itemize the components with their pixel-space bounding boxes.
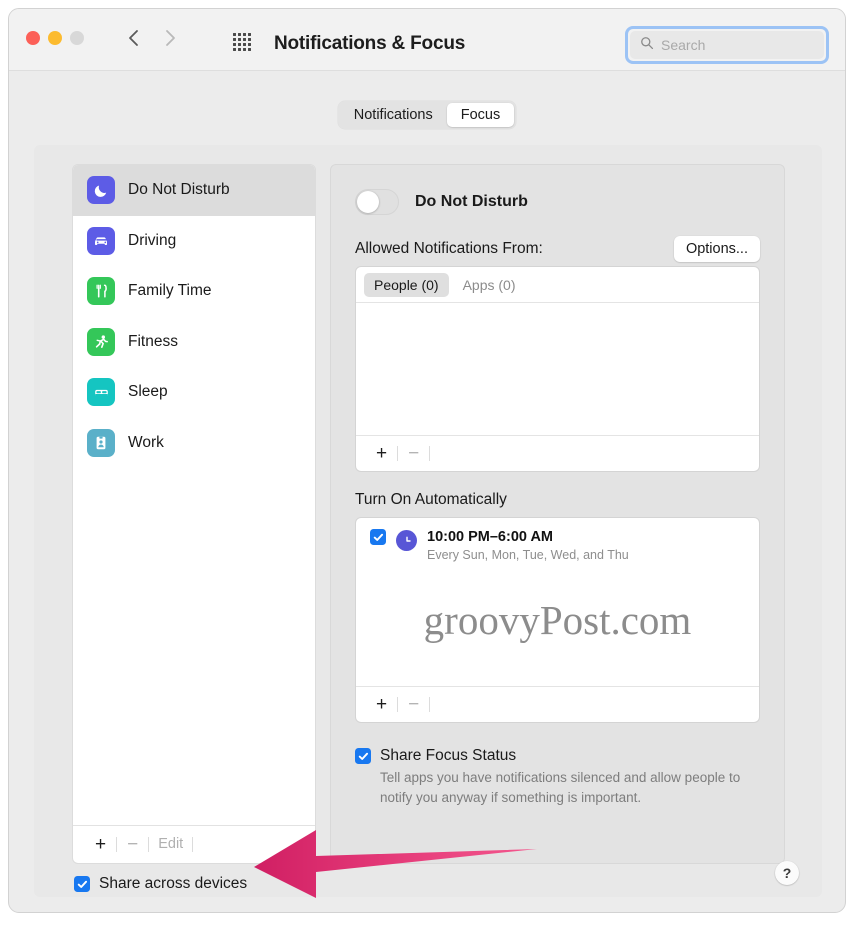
bed-icon: [87, 378, 115, 407]
tab-apps[interactable]: Apps (0): [453, 273, 526, 297]
sidebar-item-label: Fitness: [128, 332, 178, 350]
show-all-preferences-grid-icon[interactable]: [233, 33, 251, 51]
allowed-list-body[interactable]: [356, 303, 759, 435]
clock-icon: [396, 530, 417, 551]
sidebar-item-label: Work: [128, 433, 164, 451]
divider: [429, 697, 431, 712]
sidebar-item-label: Driving: [128, 231, 177, 249]
forward-chevron-icon[interactable]: [160, 28, 180, 48]
allowed-notifications-listbox: People (0) Apps (0) + −: [355, 266, 760, 472]
share-focus-status-description: Tell apps you have notifications silence…: [380, 770, 741, 805]
traffic-light-buttons: [26, 31, 84, 45]
moon-icon: [87, 176, 115, 205]
allowed-list-tabs: People (0) Apps (0): [356, 267, 759, 303]
watermark-text: groovyPost.com: [423, 597, 692, 643]
remove-focus-button[interactable]: −: [117, 835, 148, 854]
sidebar-item-label: Sleep: [128, 383, 168, 401]
remove-allowed-button[interactable]: −: [398, 444, 429, 463]
search-field-container[interactable]: Search: [625, 26, 829, 64]
help-button[interactable]: ?: [775, 861, 799, 885]
schedule-list-body: 10:00 PM–6:00 AM Every Sun, Mon, Tue, We…: [356, 518, 759, 686]
sidebar-item-work[interactable]: Work: [73, 418, 315, 469]
window-title: Notifications & Focus: [274, 33, 466, 54]
toggle-knob: [357, 191, 379, 213]
remove-schedule-button[interactable]: −: [398, 695, 429, 714]
search-field[interactable]: Search: [630, 31, 824, 59]
do-not-disturb-toggle[interactable]: [355, 189, 399, 215]
close-button-icon[interactable]: [26, 31, 40, 45]
share-across-devices-label: Share across devices: [99, 875, 248, 892]
sidebar-item-sleep[interactable]: Sleep: [73, 367, 315, 418]
sidebar-item-label: Do Not Disturb: [128, 181, 230, 199]
share-focus-status-row[interactable]: Share Focus Status: [355, 747, 764, 765]
focus-detail-panel: Do Not Disturb Allowed Notifications Fro…: [330, 164, 785, 864]
schedule-row[interactable]: 10:00 PM–6:00 AM Every Sun, Mon, Tue, We…: [356, 518, 759, 562]
sidebar-item-fitness[interactable]: Fitness: [73, 317, 315, 368]
system-preferences-window: Notifications & Focus Search Notificatio…: [8, 8, 846, 913]
schedule-text-group: 10:00 PM–6:00 AM Every Sun, Mon, Tue, We…: [427, 529, 629, 562]
sidebar-item-do-not-disturb[interactable]: Do Not Disturb: [73, 165, 315, 216]
sidebar-item-family-time[interactable]: Family Time: [73, 266, 315, 317]
add-allowed-button[interactable]: +: [366, 444, 397, 463]
fork-knife-icon: [87, 277, 115, 306]
focus-modes-sidebar: Do Not Disturb Driving Family Time Fitne…: [72, 164, 316, 864]
sidebar-footer-toolbar: + − Edit: [73, 825, 315, 863]
share-across-devices-row[interactable]: Share across devices: [74, 875, 247, 893]
schedule-repeat: Every Sun, Mon, Tue, Wed, and Thu: [427, 548, 629, 563]
minimize-button-icon[interactable]: [48, 31, 62, 45]
schedule-enabled-checkbox[interactable]: [370, 529, 386, 545]
search-icon: [640, 36, 654, 55]
tab-bar: Notifications Focus: [9, 101, 845, 129]
add-focus-button[interactable]: +: [85, 835, 116, 854]
window-titlebar: Notifications & Focus Search: [9, 9, 845, 71]
divider: [192, 837, 194, 852]
navigation-buttons: [124, 28, 180, 48]
allowed-notifications-label: Allowed Notifications From:: [355, 240, 543, 257]
focus-modes-list: Do Not Disturb Driving Family Time Fitne…: [73, 165, 315, 825]
allowed-list-footer-toolbar: + −: [356, 435, 759, 471]
allowed-notifications-row: Allowed Notifications From: Options...: [355, 236, 760, 262]
tab-notifications[interactable]: Notifications: [340, 103, 447, 127]
share-focus-status-section: Share Focus Status Tell apps you have no…: [355, 747, 764, 807]
tab-people[interactable]: People (0): [364, 272, 449, 297]
screenshot-root: Notifications & Focus Search Notificatio…: [0, 0, 854, 928]
divider: [429, 446, 431, 461]
back-chevron-icon[interactable]: [124, 28, 144, 48]
turn-on-automatically-listbox: 10:00 PM–6:00 AM Every Sun, Mon, Tue, We…: [355, 517, 760, 723]
content-area: Do Not Disturb Driving Family Time Fitne…: [34, 145, 822, 897]
zoom-button-icon[interactable]: [70, 31, 84, 45]
add-schedule-button[interactable]: +: [366, 695, 397, 714]
share-focus-status-label: Share Focus Status: [380, 747, 517, 764]
running-person-icon: [87, 327, 115, 356]
schedule-footer-toolbar: + −: [356, 686, 759, 722]
search-placeholder: Search: [661, 37, 706, 53]
tab-focus[interactable]: Focus: [446, 103, 515, 127]
do-not-disturb-toggle-label: Do Not Disturb: [415, 193, 528, 210]
segmented-control: Notifications Focus: [337, 101, 517, 129]
options-button[interactable]: Options...: [673, 236, 760, 262]
schedule-time: 10:00 PM–6:00 AM: [427, 529, 553, 545]
do-not-disturb-toggle-row: Do Not Disturb: [355, 189, 528, 215]
car-icon: [87, 226, 115, 255]
share-focus-status-checkbox[interactable]: [355, 748, 371, 764]
badge-person-icon: [87, 428, 115, 457]
edit-focus-button[interactable]: Edit: [149, 837, 192, 852]
sidebar-item-driving[interactable]: Driving: [73, 216, 315, 267]
share-across-devices-checkbox[interactable]: [74, 876, 90, 892]
turn-on-automatically-title: Turn On Automatically: [355, 491, 507, 508]
sidebar-item-label: Family Time: [128, 282, 212, 300]
